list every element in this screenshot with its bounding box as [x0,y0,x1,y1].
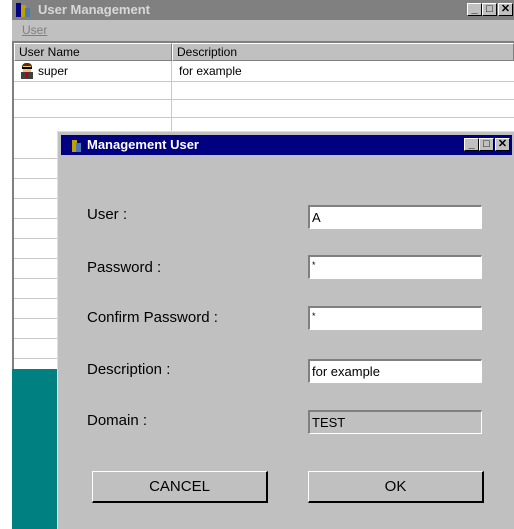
user-label: User : [87,206,128,223]
dialog-maximize-button[interactable]: □ [479,138,494,151]
column-header-user-name[interactable]: User Name [14,43,172,61]
dialog-title: Management User [87,137,199,152]
user-avatar-icon [19,63,35,79]
description-input[interactable]: for example [308,359,482,383]
app-icon [66,137,82,153]
menu-bar: User [12,20,514,41]
app-icon [15,2,31,18]
domain-field: TEST [308,410,482,434]
dialog-title-bar[interactable]: Management User _ □ ✕ [61,135,512,155]
confirm-password-label: Confirm Password : [87,309,218,326]
cancel-button[interactable]: CANCEL [92,471,268,503]
dialog-close-button[interactable]: ✕ [495,138,510,151]
password-input[interactable]: * [308,255,482,279]
user-input[interactable]: A [308,205,482,229]
row-divider [14,81,514,82]
list-header: User Name Description [14,43,514,61]
parent-close-button[interactable]: ✕ [498,3,513,16]
parent-window-title: User Management [38,2,150,17]
ok-button[interactable]: OK [308,471,484,503]
confirm-password-input[interactable]: * [308,306,482,330]
description-label: Description : [87,361,171,378]
management-user-dialog: Management User _ □ ✕ User : A Password … [57,131,514,529]
table-row[interactable]: super for example [14,61,514,81]
domain-label: Domain : [87,412,148,429]
parent-maximize-button[interactable]: □ [482,3,497,16]
dialog-minimize-button[interactable]: _ [464,138,479,151]
parent-title-bar[interactable]: User Management _ □ ✕ [12,0,514,20]
row-description: for example [179,64,242,78]
row-user-name: super [38,64,69,78]
row-divider [14,99,514,100]
column-header-description[interactable]: Description [172,43,514,61]
parent-minimize-button[interactable]: _ [467,3,482,16]
row-divider [14,117,514,118]
password-label: Password : [87,259,162,276]
menu-user[interactable]: User [22,23,47,37]
